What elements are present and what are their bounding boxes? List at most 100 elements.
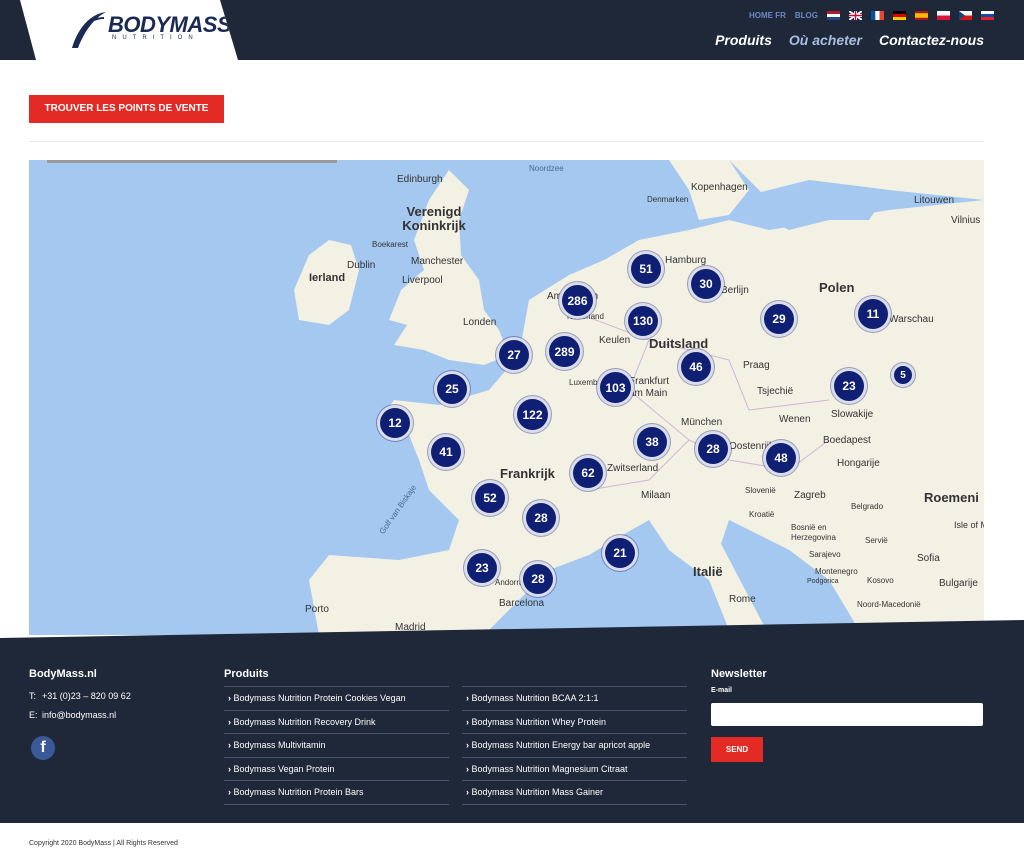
map-label: Sofia [917,553,940,564]
logo-swoosh-icon [72,12,106,48]
store-cluster[interactable]: 25 [434,371,470,407]
map-label: Zwitserland [607,463,659,474]
map-label: Manchester [411,256,464,267]
newsletter-email-field[interactable] [711,703,983,726]
cz-flag-icon[interactable] [959,11,972,20]
blog-link[interactable]: BLOG [795,11,818,20]
store-cluster[interactable]: 62 [570,455,606,491]
logo-subtitle: NUTRITION [112,35,199,41]
send-button[interactable]: SEND [711,737,763,762]
map-zoom-bar [47,160,337,163]
map-label: Litouwen [914,195,955,206]
map-label: Rome [729,594,756,605]
store-cluster[interactable]: 28 [520,561,556,597]
product-link[interactable]: Bodymass Nutrition Magnesium Citraat [462,758,687,781]
map-label: Dublin [347,260,376,271]
map-label: Zagreb [794,490,826,501]
map-label: Verenigd Koninkrijk [402,204,466,233]
store-cluster[interactable]: 5 [891,363,915,387]
es-flag-icon[interactable] [915,11,928,20]
map-label: Boedapest [823,435,871,446]
map-label: Frankrijk [500,466,555,481]
map-label: Isle of Man [954,520,984,530]
find-stores-button[interactable]: TROUVER LES POINTS DE VENTE [29,95,224,123]
store-cluster[interactable]: 41 [428,434,464,470]
map-label: Slovenië [745,486,776,495]
uk-flag-icon[interactable] [849,11,862,20]
store-cluster[interactable]: 23 [831,368,867,404]
product-link[interactable]: Bodymass Nutrition Protein Cookies Vegan [224,687,449,711]
products-list-2: Bodymass Nutrition BCAA 2:1:1 Bodymass N… [462,686,687,805]
main-nav: Produits Où acheter Contactez-nous [715,32,984,48]
sk-flag-icon[interactable] [981,11,994,20]
footer-company-name: BodyMass.nl [29,668,97,680]
map-label: Noordzee [529,164,564,173]
map-label: Slowakije [831,409,874,420]
products-list-1: Bodymass Nutrition Protein Cookies Vegan… [224,686,449,805]
map-label: Bosnië en Herzegovina [791,523,836,542]
store-cluster[interactable]: 52 [472,480,508,516]
store-cluster[interactable]: 21 [602,535,638,571]
de-flag-icon[interactable] [893,11,906,20]
store-cluster[interactable]: 28 [523,500,559,536]
store-cluster[interactable]: 46 [678,349,714,385]
phone-label: T: [29,691,37,701]
product-link[interactable]: Bodymass Nutrition Protein Bars [224,781,449,805]
store-cluster[interactable]: 122 [514,396,551,433]
map-label: Wenen [779,414,811,425]
map-label: Frankfurt am Main [629,376,670,399]
store-cluster[interactable]: 28 [695,431,731,467]
pl-flag-icon[interactable] [937,11,950,20]
map-label: Vilnius [951,215,981,226]
map-label: Kroatië [749,510,775,519]
store-cluster[interactable]: 48 [763,440,799,476]
map-label: Berlijn [721,285,749,296]
store-cluster[interactable]: 30 [688,266,724,302]
map-label: Sarajevo [809,550,841,559]
store-cluster[interactable]: 51 [628,251,664,287]
store-cluster[interactable]: 27 [496,337,532,373]
email-link[interactable]: info@bodymass.nl [42,710,116,720]
map-label: Podgorica [807,578,839,585]
store-cluster[interactable]: 103 [597,369,634,406]
fr-flag-icon[interactable] [871,11,884,20]
product-link[interactable]: Bodymass Nutrition Recovery Drink [224,711,449,734]
nav-ou-acheter[interactable]: Où acheter [789,32,862,48]
map-label: Hamburg [665,255,707,266]
map-label: Roemeni [924,490,979,505]
product-link[interactable]: Bodymass Nutrition Mass Gainer [462,781,687,805]
store-cluster[interactable]: 130 [625,303,661,339]
top-links: HOME FR BLOG [749,11,994,20]
map-label: Kosovo [867,576,894,585]
product-link[interactable]: Bodymass Nutrition Whey Protein [462,711,687,734]
product-link[interactable]: Bodymass Nutrition BCAA 2:1:1 [462,687,687,711]
map-label: Barcelona [499,598,545,609]
store-cluster[interactable]: 289 [546,333,583,370]
store-map[interactable]: Noordzee Edinburgh Verenigd Koninkrijk B… [29,160,984,635]
phone-number[interactable]: +31 (0)23 – 820 09 62 [42,691,131,701]
newsletter-heading: Newsletter [711,668,767,680]
map-label: Londen [463,317,497,328]
store-cluster[interactable]: 11 [855,296,891,332]
map-label: München [681,417,723,428]
map-label: Keulen [599,335,631,346]
map-label: Liverpool [402,275,443,286]
store-cluster[interactable]: 23 [464,550,500,586]
nav-produits[interactable]: Produits [715,32,772,48]
map-label: Ierland [309,272,346,284]
nav-contact[interactable]: Contactez-nous [879,32,984,48]
store-cluster[interactable]: 12 [377,405,413,441]
nl-flag-icon[interactable] [827,11,840,20]
product-link[interactable]: Bodymass Multivitamin [224,734,449,758]
store-cluster[interactable]: 38 [634,424,670,460]
map-label: Porto [305,604,329,615]
map-label: Praag [743,360,770,371]
product-link[interactable]: Bodymass Nutrition Energy bar apricot ap… [462,734,687,758]
logo[interactable]: BODYMASS NUTRITION [20,0,238,60]
store-cluster[interactable]: 29 [761,301,797,337]
facebook-icon[interactable]: f [31,736,55,760]
email-field-label: E-mail [711,687,733,694]
store-cluster[interactable]: 286 [559,282,596,319]
product-link[interactable]: Bodymass Vegan Protein [224,758,449,781]
home-fr-link[interactable]: HOME FR [749,11,786,20]
